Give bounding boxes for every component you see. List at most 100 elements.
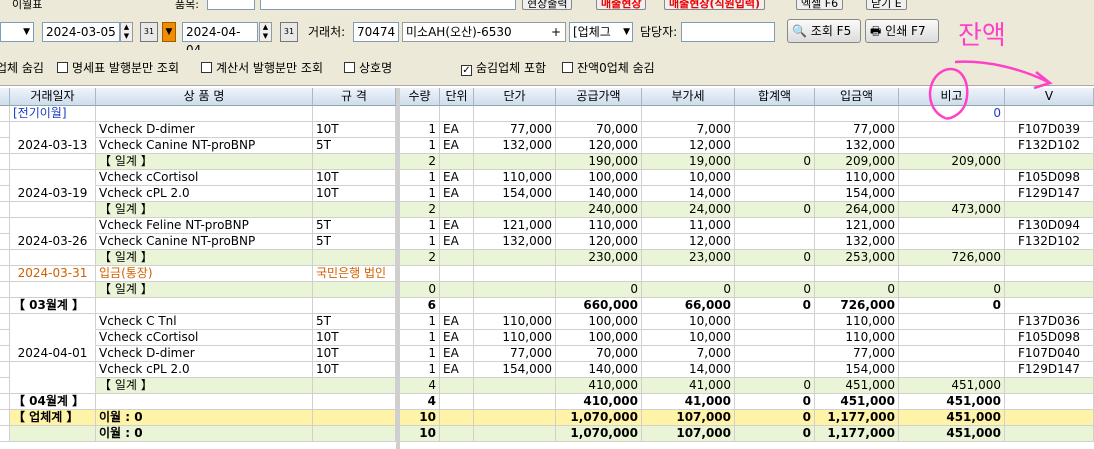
table-cell: Vcheck Canine NT-proBNP: [96, 234, 313, 250]
column-header[interactable]: 단위: [440, 88, 474, 106]
field-print-button[interactable]: 현장출력: [522, 0, 573, 10]
checkbox[interactable]: [344, 62, 355, 73]
table-cell: [735, 266, 815, 282]
table-cell: [440, 282, 474, 298]
close-button[interactable]: 닫기 E: [866, 0, 907, 10]
search-button-label: 조회 F5: [810, 24, 852, 38]
table-cell: [735, 330, 815, 346]
column-header[interactable]: V: [1005, 88, 1094, 106]
table-row[interactable]: Vcheck cCortisol 10T 1 EA 110,000 100,000 10,0…: [0, 330, 1094, 346]
table-cell: F137D036: [1005, 314, 1094, 330]
calendar-icon[interactable]: 31: [140, 22, 158, 42]
table-row[interactable]: Vcheck C Tnl 5T 1 EA 110,000 100,000 10,000 110…: [0, 314, 1094, 330]
table-cell: 【 일계 】: [96, 250, 313, 266]
table-row[interactable]: 2024-03-26 Vcheck Canine NT-proBNP 5T 1 EA 13…: [0, 234, 1094, 250]
business-total-row[interactable]: 【 업체계 】 이월 : 0 10 1,070,000 107,000 0 1,177,00…: [0, 410, 1094, 426]
table-cell: [1005, 282, 1094, 298]
plus-icon[interactable]: +: [551, 23, 561, 41]
option-invoice-only[interactable]: 계산서 발행분만 조회: [201, 60, 323, 76]
table-row[interactable]: 2024-03-31 입금(통장) 국민은행 법인: [0, 266, 1094, 282]
calendar-icon[interactable]: 31: [280, 22, 298, 42]
option-company-name[interactable]: 상호명: [344, 60, 392, 76]
table-cell: 190,000: [556, 154, 642, 170]
table-row[interactable]: Vcheck D-dimer 10T 1 EA 77,000 70,000 7,000 77,…: [0, 122, 1094, 138]
table-cell: 1,070,000: [556, 410, 642, 426]
table-cell: 110,000: [474, 330, 556, 346]
column-header[interactable]: 입금액: [815, 88, 899, 106]
search-button[interactable]: 🔍 조회 F5: [787, 19, 861, 43]
table-cell: [313, 298, 396, 314]
column-header[interactable]: 합계액: [735, 88, 815, 106]
daily-subtotal-row[interactable]: 【 일계 】 0 0 0 0 0 0: [0, 282, 1094, 298]
checkbox[interactable]: [562, 62, 573, 73]
table-cell: EA: [440, 234, 474, 250]
date-to-input[interactable]: 2024-04-04: [182, 22, 258, 57]
table-cell: EA: [440, 330, 474, 346]
top-field[interactable]: [207, 0, 255, 10]
table-row[interactable]: 2024-03-19 Vcheck cPL 2.0 10T 1 EA 154,000 140…: [0, 186, 1094, 202]
client-name-field[interactable]: 미소AH(오산)-6530 +: [402, 22, 566, 42]
table-cell: 0: [735, 298, 815, 314]
table-cell: 10T: [313, 186, 396, 202]
column-header[interactable]: 상 품 명: [96, 88, 313, 106]
sales-field-button[interactable]: 매출현장: [596, 0, 647, 10]
table-cell: F130D094: [1005, 218, 1094, 234]
table-cell: 11,000: [642, 218, 735, 234]
table-row[interactable]: 2024-04-01 Vcheck D-dimer 10T 1 EA 77,000 70,0…: [0, 346, 1094, 362]
table-row[interactable]: [전기이월] 0: [0, 106, 1094, 122]
monthly-total-row[interactable]: 【 04월계 】 4 410,000 41,000 0 451,000 451,000: [0, 394, 1094, 410]
checkbox[interactable]: [57, 62, 68, 73]
table-cell: [474, 394, 556, 410]
column-header[interactable]: 규 격: [313, 88, 396, 106]
table-row[interactable]: Vcheck Feline NT-proBNP 5T 1 EA 121,000 110,0…: [0, 218, 1094, 234]
table-cell: 10: [400, 426, 440, 442]
chevron-down-icon: ▼: [623, 27, 630, 37]
option-include-hidden[interactable]: ✓ 숨김업체 포함: [461, 60, 546, 76]
column-header[interactable]: 공급가액: [556, 88, 642, 106]
daily-subtotal-row[interactable]: 【 일계 】 2 230,000 23,000 0 253,000 726,000: [0, 250, 1094, 266]
business-group-select[interactable]: [업체그 ▼: [569, 22, 633, 42]
sales-field-staff-button[interactable]: 매출현장(직원입력): [664, 0, 766, 10]
checkbox-checked[interactable]: ✓: [461, 65, 472, 76]
date-from-spinner[interactable]: ▲ ▼: [120, 22, 133, 42]
column-header[interactable]: 수량: [400, 88, 440, 106]
daily-subtotal-row[interactable]: 【 일계 】 2 240,000 24,000 0 264,000 473,000: [0, 202, 1094, 218]
option-hide-zero-balance[interactable]: 잔액0업체 숨김: [562, 60, 655, 76]
print-button[interactable]: 🖶 인쇄 F7: [865, 19, 939, 43]
table-row[interactable]: 2024-03-13 Vcheck Canine NT-proBNP 5T 1 EA 13…: [0, 138, 1094, 154]
table-cell: [899, 266, 1005, 282]
option-hide-business[interactable]: 업체 숨김: [0, 60, 44, 76]
row-stub: [0, 234, 10, 250]
table-cell: Vcheck C Tnl: [96, 314, 313, 330]
grand-total-row[interactable]: 이월 : 0 10 1,070,000 107,000 0 1,177,000 451,00…: [0, 426, 1094, 442]
daily-subtotal-row[interactable]: 【 일계 】 4 410,000 41,000 0 451,000 451,000: [0, 378, 1094, 394]
table-cell: 1: [400, 138, 440, 154]
manager-input[interactable]: [681, 22, 775, 42]
date-to-spinner[interactable]: ▲ ▼: [259, 22, 272, 42]
table-cell: 154,000: [474, 362, 556, 378]
table-row[interactable]: Vcheck cCortisol 10T 1 EA 110,000 100,000 10,0…: [0, 170, 1094, 186]
left-combo[interactable]: ▼: [0, 22, 34, 42]
excel-button[interactable]: 엑셀 F6: [796, 0, 844, 10]
table-cell: 【 일계 】: [96, 202, 313, 218]
table-row[interactable]: Vcheck cPL 2.0 10T 1 EA 154,000 140,000 14,000…: [0, 362, 1094, 378]
table-cell: [899, 218, 1005, 234]
table-cell: [440, 298, 474, 314]
column-header[interactable]: 비고: [899, 88, 1005, 106]
table-cell: 0: [642, 282, 735, 298]
monthly-total-row[interactable]: 【 03월계 】 6 660,000 66,000 0 726,000 0: [0, 298, 1094, 314]
column-header[interactable]: 부가세: [642, 88, 735, 106]
column-header[interactable]: 단가: [474, 88, 556, 106]
chevron-down-icon[interactable]: ▼: [162, 22, 176, 42]
table-cell: F107D040: [1005, 346, 1094, 362]
daily-subtotal-row[interactable]: 【 일계 】 2 190,000 19,000 0 209,000 209,000: [0, 154, 1094, 170]
column-header[interactable]: 거래일자: [10, 88, 96, 106]
option-statement-only[interactable]: 명세표 발행분만 조회: [57, 60, 179, 76]
top-wide-field[interactable]: [260, 0, 516, 10]
date-from-input[interactable]: 2024-03-05: [42, 22, 120, 42]
checkbox[interactable]: [201, 62, 212, 73]
table-cell: 107,000: [642, 410, 735, 426]
table-cell: 2024-03-19: [10, 186, 96, 202]
client-code-input[interactable]: 70474: [353, 22, 399, 42]
table-cell: [10, 378, 96, 394]
